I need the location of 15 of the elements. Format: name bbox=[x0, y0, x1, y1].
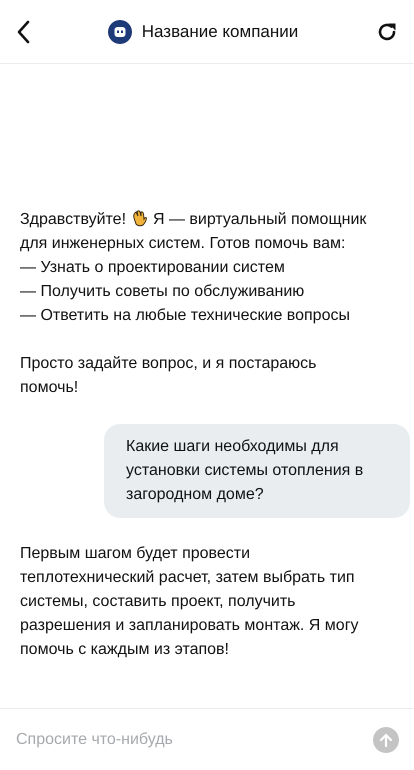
refresh-icon bbox=[376, 20, 398, 42]
feature-item: — Узнать о проектировании систем bbox=[20, 258, 286, 278]
bot-message: Просто задайте вопрос, и я постараюсь помочь! bbox=[20, 354, 318, 398]
bot-logo-icon bbox=[108, 20, 132, 44]
message-input[interactable]: Спросите что-нибудь bbox=[16, 730, 373, 748]
feature-item: — Ответить на любые технические вопросы bbox=[20, 306, 351, 326]
bot-message: Первым шагом будет провести теплотехнический расчет, затем выбрать тип системы, составить проект, получить разрешения и запланировать монтаж. Я могу помочь с каждым из этапов! bbox=[20, 544, 360, 660]
company-title: Название компании bbox=[142, 22, 298, 42]
intro-text: для инженерных систем. Готов помочь вам: bbox=[20, 234, 346, 254]
intro-text: Я — виртуальный помощник bbox=[152, 211, 366, 228]
user-message-bubble: Какие шаги необходимы для установки системы отопления в загородном доме? bbox=[104, 424, 410, 518]
feature-item: — Получить советы по обслуживанию bbox=[20, 282, 306, 302]
back-icon bbox=[16, 20, 30, 44]
arrow-up-icon bbox=[379, 732, 393, 746]
greeting-text: Здравствуйте! bbox=[20, 211, 126, 228]
